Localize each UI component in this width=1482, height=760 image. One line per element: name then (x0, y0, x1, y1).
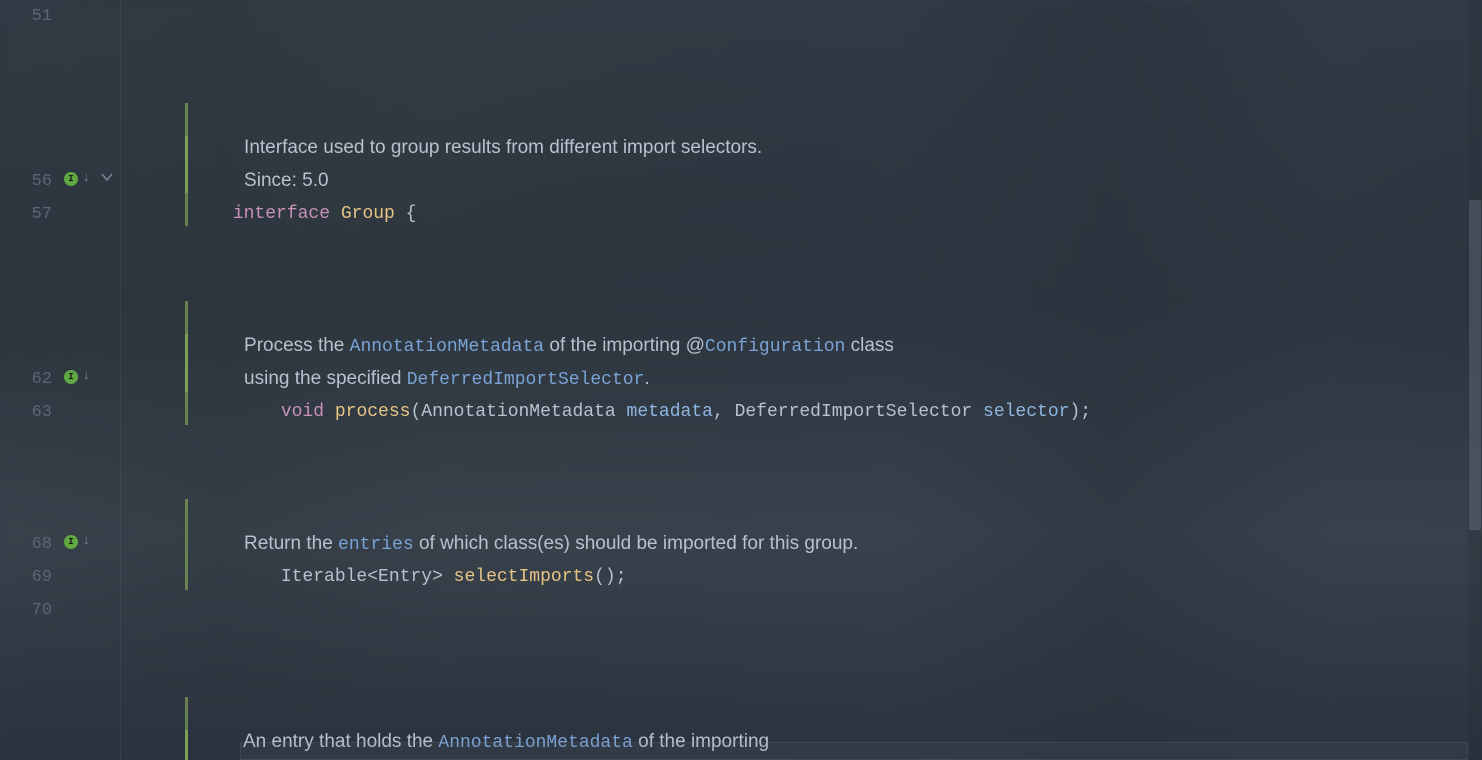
vertical-scrollbar[interactable] (1468, 0, 1482, 760)
line-number: 56 (0, 165, 62, 198)
scrollbar-thumb[interactable] (1469, 200, 1481, 530)
line-number (0, 627, 62, 660)
implementation-arrow-icon[interactable]: ↓ (82, 533, 90, 549)
code-line[interactable]: Interface used to group results from dif… (120, 33, 1482, 66)
line-number: 70 (0, 594, 62, 627)
code-line[interactable]: An entry that holds the AnnotationMetada… (120, 627, 1482, 660)
fold-column (98, 0, 120, 760)
code-line[interactable]: Process the AnnotationMetadata of the im… (120, 231, 1482, 264)
line-number (0, 693, 62, 726)
code-line[interactable] (120, 0, 1482, 33)
line-number: 51 (0, 0, 62, 33)
code-line[interactable]: Configuration class and the class name t… (120, 660, 1482, 693)
line-number: 69 (0, 561, 62, 594)
line-number: 57 (0, 198, 62, 231)
code-line[interactable]: interface Group { (120, 165, 1482, 198)
line-number-gutter: 51 56 57 62 63 68 69 70 75 76 77 78 79 8… (0, 0, 62, 760)
line-number (0, 660, 62, 693)
line-number (0, 297, 62, 330)
code-line[interactable] (120, 297, 1482, 330)
line-number (0, 462, 62, 495)
line-number (0, 231, 62, 264)
implements-icon[interactable]: I (64, 535, 78, 549)
gutter-icons-column: I ↓ I ↓ I ↓ (62, 0, 98, 760)
code-line[interactable] (120, 330, 1482, 363)
implementation-arrow-icon[interactable]: ↓ (82, 170, 90, 186)
editor-pane[interactable]: 51 56 57 62 63 68 69 70 75 76 77 78 79 8… (0, 0, 1482, 760)
line-number (0, 429, 62, 462)
implements-icon[interactable]: I (64, 172, 78, 186)
code-line[interactable] (120, 594, 1482, 627)
code-line[interactable]: Since: 5.0 (120, 66, 1482, 99)
line-number (0, 66, 62, 99)
line-number (0, 33, 62, 66)
code-line[interactable] (120, 693, 1482, 726)
line-number (0, 495, 62, 528)
code-line[interactable] (120, 198, 1482, 231)
code-line[interactable] (120, 462, 1482, 495)
line-number: 68 (0, 528, 62, 561)
code-line[interactable] (120, 99, 1482, 132)
line-number: 62 (0, 363, 62, 396)
line-number (0, 330, 62, 363)
fold-toggle-icon[interactable] (100, 170, 114, 184)
line-number (0, 99, 62, 132)
code-line[interactable]: void process(AnnotationMetadata metadata… (120, 363, 1482, 396)
line-number (0, 726, 62, 759)
code-line[interactable]: Iterable<Entry> selectImports(); (120, 528, 1482, 561)
code-line[interactable]: Return the entries of which class(es) sh… (120, 429, 1482, 462)
line-number (0, 132, 62, 165)
code-line[interactable] (120, 396, 1482, 429)
implements-icon[interactable]: I (64, 370, 78, 384)
code-line[interactable] (120, 132, 1482, 165)
code-line[interactable] (120, 495, 1482, 528)
selection-highlight (240, 742, 1468, 760)
implementation-arrow-icon[interactable]: ↓ (82, 368, 90, 384)
line-number (0, 264, 62, 297)
code-line[interactable] (120, 561, 1482, 594)
code-line[interactable]: using the specified DeferredImportSelect… (120, 264, 1482, 297)
line-number: 63 (0, 396, 62, 429)
code-area[interactable]: Interface used to group results from dif… (120, 0, 1482, 760)
